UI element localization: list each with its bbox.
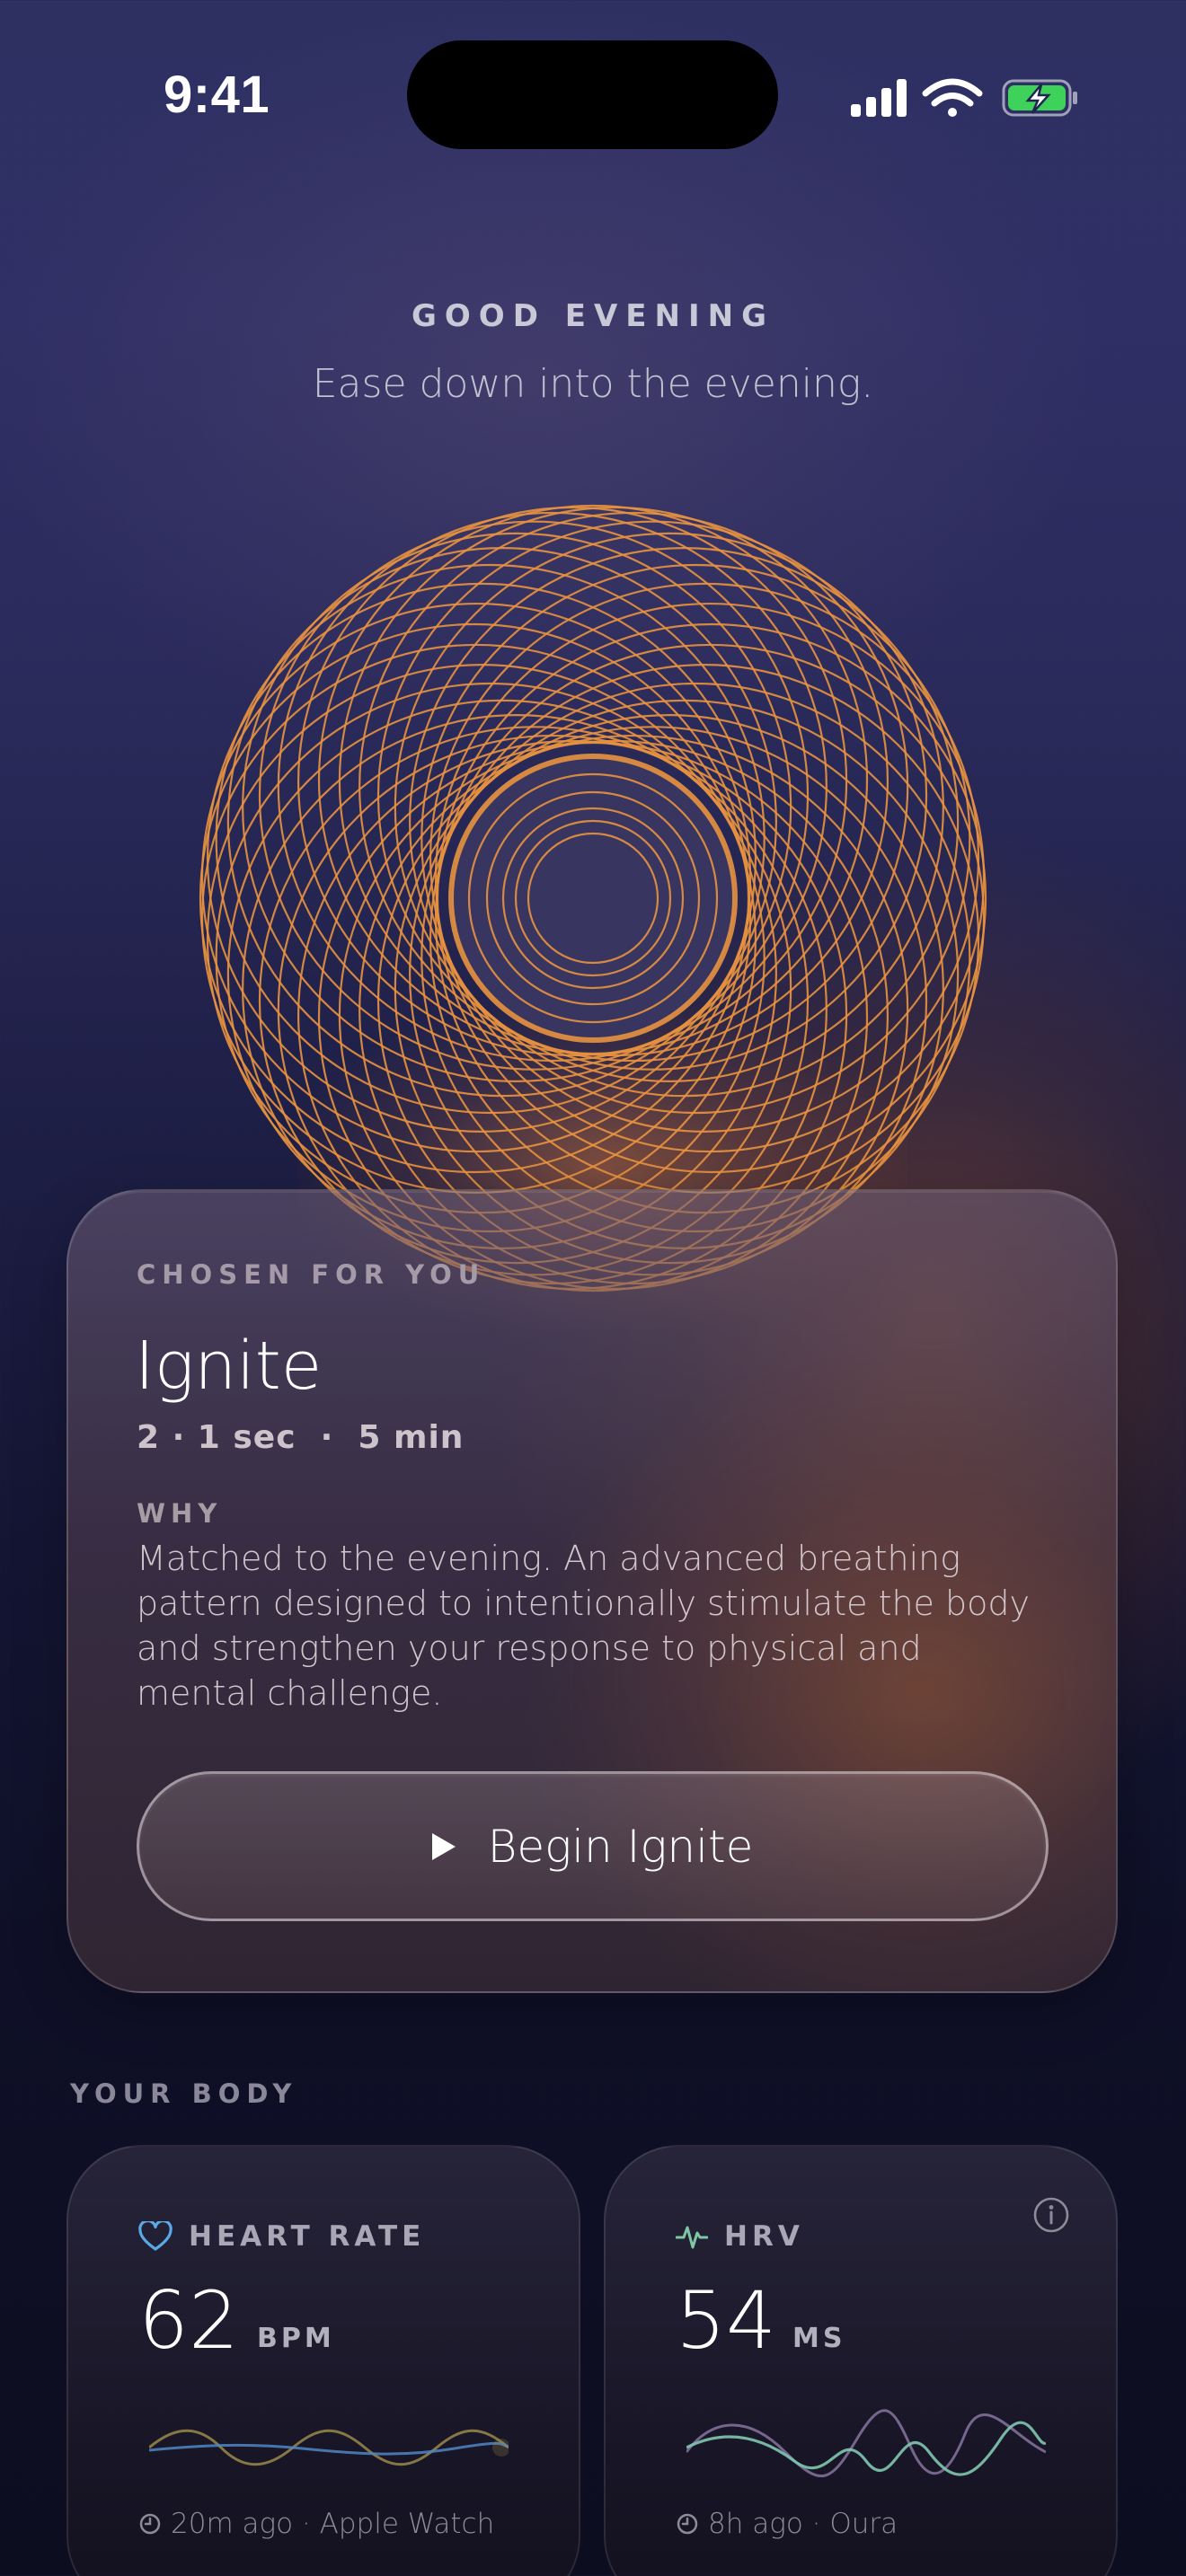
wifi-icon — [922, 78, 983, 117]
metric-name: HRV — [724, 2220, 804, 2253]
your-body-label: YOUR BODY — [70, 2078, 298, 2109]
metric-source: Oura — [829, 2508, 898, 2540]
greeting-subtitle: Ease down into the evening. — [312, 361, 874, 407]
heart-icon — [138, 2221, 173, 2251]
greeting-eyebrow: GOOD EVENING — [411, 298, 774, 334]
metric-unit: BPM — [257, 2323, 335, 2354]
chosen-for-you-label: CHOSEN FOR YOU — [137, 1259, 486, 1290]
info-icon[interactable] — [1031, 2195, 1071, 2235]
pulse-icon — [676, 2226, 708, 2249]
clock-icon — [677, 2513, 698, 2535]
exercise-meta: 2 · 1 sec · 5 min — [137, 1419, 465, 1456]
begin-exercise-button[interactable]: Begin Ignite — [137, 1771, 1049, 1921]
heart-rate-card[interactable]: HEART RATE 62 BPM 20m ago · Apple Watch — [66, 2145, 580, 2576]
begin-button-label: Begin Ignite — [487, 1820, 754, 1873]
heart-rate-waveform — [149, 2429, 509, 2466]
metric-source: Apple Watch — [319, 2508, 495, 2540]
why-description: Matched to the evening. An advanced brea… — [137, 1539, 1030, 1713]
metric-updated: 8h ago — [708, 2508, 803, 2540]
play-icon — [431, 1832, 456, 1860]
hrv-waveform — [686, 2409, 1046, 2478]
metric-value: 62 — [138, 2274, 239, 2367]
why-label: WHY — [137, 1498, 223, 1529]
separator: · — [293, 2508, 320, 2540]
metric-unit: MS — [792, 2323, 846, 2354]
battery-charging-icon — [1002, 79, 1077, 117]
status-time: 9:41 — [164, 66, 270, 124]
metric-updated: 20m ago — [171, 2508, 294, 2540]
clock-icon — [139, 2513, 161, 2535]
status-icons — [851, 78, 1077, 117]
hrv-card[interactable]: HRV 54 MS 8h ago · Oura — [604, 2145, 1118, 2576]
metric-name: HEART RATE — [189, 2220, 426, 2253]
metric-value: 54 — [676, 2274, 776, 2367]
separator: · — [802, 2508, 830, 2540]
spiro-center — [448, 754, 738, 1043]
dynamic-island — [407, 40, 778, 149]
cellular-signal-icon — [851, 79, 907, 117]
breathing-spirograph — [199, 504, 987, 1292]
exercise-title: Ignite — [135, 1328, 323, 1405]
